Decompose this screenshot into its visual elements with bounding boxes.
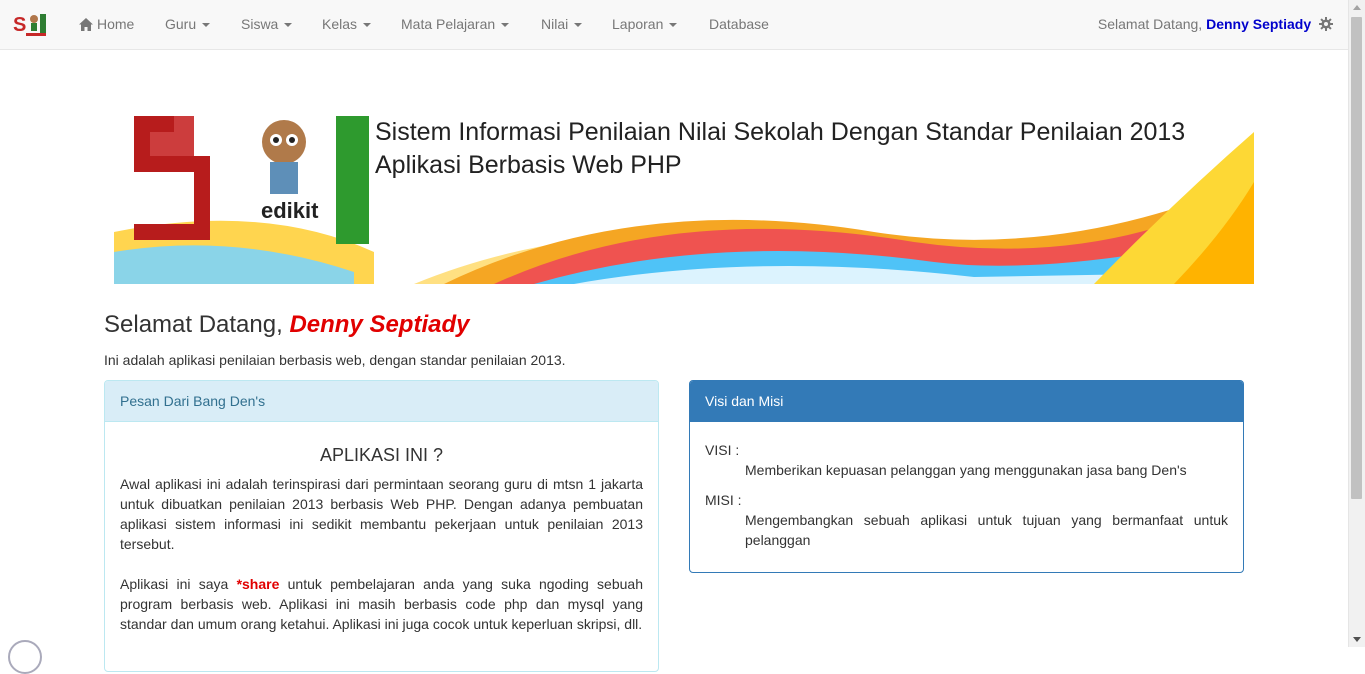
scroll-down-arrow-icon[interactable] [1353, 637, 1361, 642]
nav-laporan[interactable]: Laporan [612, 0, 678, 49]
home-icon [79, 18, 93, 31]
nav-kelas-label: Kelas [322, 16, 358, 32]
vision-mission-panel: Visi dan Misi VISI : Memberikan kepuasan… [689, 380, 1244, 573]
caret-down-icon [669, 23, 678, 28]
message-panel-heading: Pesan Dari Bang Den's [105, 381, 658, 422]
user-name: Denny Septiady [1206, 16, 1312, 32]
message-panel-body: APLIKASI INI ? Awal aplikasi ini adalah … [105, 422, 658, 669]
nav-database-label: Database [709, 16, 769, 32]
banner-title: Sistem Informasi Penilaian Nilai Sekolah… [375, 116, 1185, 182]
nav-nilai-label: Nilai [541, 16, 569, 32]
navbar: S Home Guru Siswa Kelas Mata Pelajaran N… [0, 0, 1349, 50]
misi-label: MISI : [705, 492, 742, 508]
user-menu[interactable]: Selamat Datang, Denny Septiady [1098, 0, 1333, 49]
page-scrollbar[interactable] [1348, 0, 1365, 647]
article-title: APLIKASI INI ? [319, 445, 444, 465]
banner-title-line2: Aplikasi Berbasis Web PHP [375, 151, 682, 179]
article-paragraph-2: Aplikasi ini saya *share untuk pembelaja… [120, 574, 643, 634]
intro-text: Ini adalah aplikasi penilaian berbasis w… [104, 352, 566, 368]
message-panel: Pesan Dari Bang Den's APLIKASI INI ? Awa… [104, 380, 659, 672]
nav-mata-pelajaran-label: Mata Pelajaran [401, 16, 496, 32]
nav-laporan-label: Laporan [612, 16, 664, 32]
nav-guru[interactable]: Guru [165, 0, 211, 49]
scroll-thumb[interactable] [1351, 17, 1362, 499]
vision-mission-body: VISI : Memberikan kepuasan pelanggan yan… [690, 422, 1243, 572]
nav-database[interactable]: Database [709, 0, 769, 49]
caret-down-icon [284, 23, 293, 28]
caret-down-icon [202, 23, 211, 28]
nav-guru-label: Guru [165, 16, 197, 32]
visi-label: VISI : [705, 442, 740, 458]
caret-down-icon [363, 23, 372, 28]
gear-icon[interactable] [1319, 17, 1333, 31]
nav-home-label: Home [97, 16, 135, 32]
p2-before: Aplikasi ini saya [120, 576, 237, 592]
nav-home[interactable]: Home [79, 0, 134, 49]
floating-widget[interactable] [8, 640, 42, 674]
banner-background: edikit informasi [114, 116, 1254, 284]
nav-kelas[interactable]: Kelas [322, 0, 372, 49]
visi-text: Memberikan kepuasan pelanggan yang mengg… [745, 462, 1187, 478]
vision-mission-heading: Visi dan Misi [690, 381, 1243, 422]
caret-down-icon [574, 23, 583, 28]
brand-logo[interactable]: S [12, 11, 50, 37]
misi-text: Mengembangkan sebuah aplikasi untuk tuju… [745, 512, 1228, 548]
svg-text:S: S [13, 14, 26, 36]
scroll-up-arrow-icon[interactable] [1353, 5, 1361, 10]
banner-title-line1: Sistem Informasi Penilaian Nilai Sekolah… [375, 118, 1186, 146]
page-title: Selamat Datang, Denny Septiady [104, 311, 469, 339]
nav-siswa-label: Siswa [241, 16, 279, 32]
page-title-prefix: Selamat Datang, [104, 311, 290, 338]
nav-siswa[interactable]: Siswa [241, 0, 293, 49]
share-highlight: *share [236, 576, 280, 592]
article-paragraph-1: Awal aplikasi ini adalah terinspirasi da… [120, 476, 643, 552]
nav-nilai[interactable]: Nilai [541, 0, 583, 49]
caret-down-icon [501, 23, 510, 28]
greeting-text: Selamat Datang, [1097, 16, 1207, 32]
page-title-user-name: Denny Septiady [289, 311, 470, 338]
logo-word-sedikit: edikit [261, 198, 319, 223]
nav-mata-pelajaran[interactable]: Mata Pelajaran [401, 0, 510, 49]
header-banner: edikit informasi Sistem Informasi Penila… [114, 82, 1254, 284]
